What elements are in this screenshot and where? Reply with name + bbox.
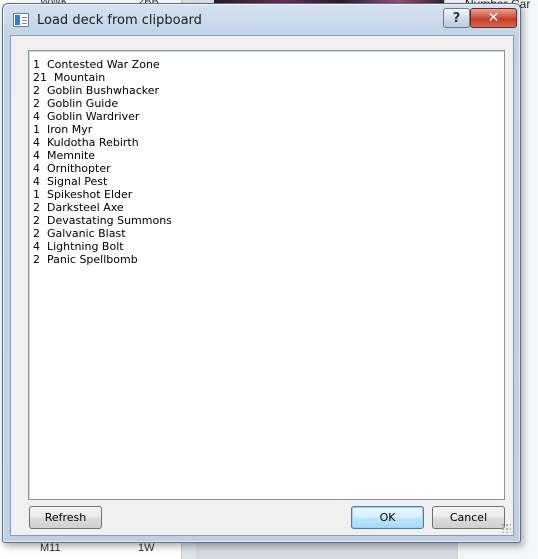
deck-line: 21 Mountain xyxy=(33,71,106,84)
dialog-body: 1 Contested War Zone 21 Mountain 2 Goblin … xyxy=(10,35,514,536)
deck-line: 1 Spikeshot Elder xyxy=(33,188,133,201)
deck-line: 4 Kuldotha Rebirth xyxy=(33,136,139,149)
background-row: M11 1W xyxy=(40,542,155,554)
deck-line: 4 Memnite xyxy=(33,149,96,162)
deck-line: 4 Signal Pest xyxy=(33,175,108,188)
deck-line: 1 Contested War Zone xyxy=(33,58,160,71)
refresh-button[interactable]: Refresh xyxy=(29,506,102,529)
deck-line: 1 Iron Myr xyxy=(33,123,93,136)
close-button[interactable]: ✕ xyxy=(470,8,517,28)
dialog-title: Load deck from clipboard xyxy=(37,13,202,28)
load-deck-dialog: Load deck from clipboard ? ✕ 1 Contested… xyxy=(2,3,521,543)
deck-line: 2 Galvanic Blast xyxy=(33,227,126,240)
resize-grip[interactable] xyxy=(501,523,511,533)
background-row-name: M11 xyxy=(40,542,61,554)
help-icon: ? xyxy=(452,10,461,26)
ok-button-label: OK xyxy=(379,511,396,524)
window-icon xyxy=(13,13,29,27)
close-icon: ✕ xyxy=(487,10,500,26)
deck-line: 2 Panic Spellbomb xyxy=(33,253,138,266)
cancel-button-label: Cancel xyxy=(449,511,488,524)
refresh-button-label: Refresh xyxy=(44,511,87,524)
deck-line: 4 Ornithopter xyxy=(33,162,111,175)
deck-line: 2 Devastating Summons xyxy=(33,214,172,227)
deck-line: 2 Darksteel Axe xyxy=(33,201,124,214)
deck-line: 4 Goblin Wardriver xyxy=(33,110,140,123)
title-bar[interactable]: Load deck from clipboard ? ✕ xyxy=(3,4,520,36)
cancel-button[interactable]: Cancel xyxy=(432,506,505,529)
background-row-cost: 1W xyxy=(138,542,155,554)
deck-line: 4 Lightning Bolt xyxy=(33,240,124,253)
ok-button[interactable]: OK xyxy=(351,506,424,529)
deck-text-area[interactable]: 1 Contested War Zone 21 Mountain 2 Goblin … xyxy=(28,50,505,500)
deck-list: 1 Contested War Zone 21 Mountain 2 Goblin … xyxy=(33,58,172,266)
deck-line: 2 Goblin Bushwhacker xyxy=(33,84,160,97)
deck-line: 2 Goblin Guide xyxy=(33,97,119,110)
help-button[interactable]: ? xyxy=(443,8,470,28)
